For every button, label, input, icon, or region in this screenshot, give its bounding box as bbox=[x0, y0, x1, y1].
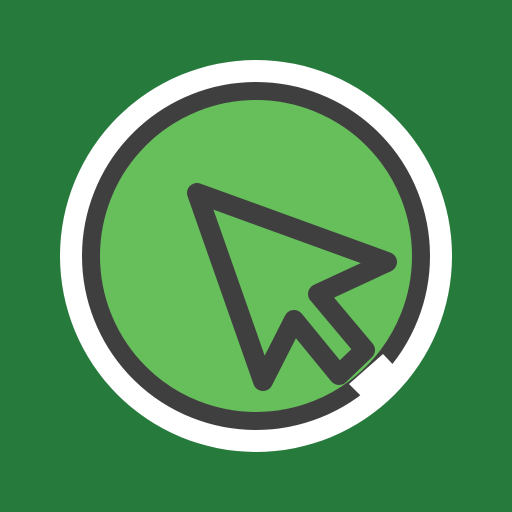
app-icon-canvas bbox=[0, 0, 512, 512]
app-icon bbox=[0, 0, 512, 512]
